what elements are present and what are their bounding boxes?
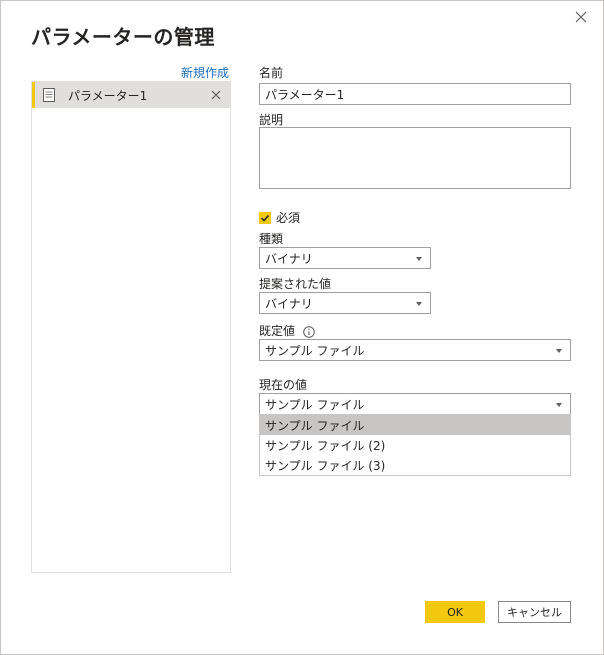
chevron-down-icon <box>416 302 422 306</box>
dropdown-option[interactable]: サンプル ファイル (2) <box>260 435 570 455</box>
dropdown-option[interactable]: サンプル ファイル <box>260 415 570 435</box>
close-button[interactable] <box>571 7 591 27</box>
description-textarea[interactable] <box>259 127 571 189</box>
default-value-select[interactable]: サンプル ファイル <box>259 339 571 361</box>
document-icon <box>43 88 55 102</box>
cancel-button[interactable]: キャンセル <box>498 601 571 623</box>
type-select[interactable]: バイナリ <box>259 247 431 269</box>
new-parameter-link[interactable]: 新規作成 <box>181 64 229 81</box>
dropdown-option[interactable]: サンプル ファイル (3) <box>260 455 570 475</box>
type-label: 種類 <box>259 232 284 246</box>
chevron-down-icon <box>556 349 562 353</box>
current-value-dropdown-list: サンプル ファイル サンプル ファイル (2) サンプル ファイル (3) <box>259 414 571 476</box>
suggested-values-label: 提案された値 <box>259 277 332 291</box>
default-value-select-value: サンプル ファイル <box>265 343 365 358</box>
current-value-select-value: サンプル ファイル <box>265 397 365 412</box>
name-input[interactable] <box>259 83 571 105</box>
close-icon <box>575 11 587 23</box>
ok-button[interactable]: OK <box>425 601 485 623</box>
default-value-label: 既定値 <box>259 322 315 339</box>
parameter-list-item[interactable]: パラメーター1 <box>32 82 230 108</box>
dialog-title: パラメーターの管理 <box>31 25 215 49</box>
parameter-list-item-label: パラメーター1 <box>68 88 148 103</box>
chevron-down-icon <box>416 257 422 261</box>
required-label: 必須 <box>276 211 301 225</box>
parameter-list: パラメーター1 <box>31 81 231 573</box>
info-icon[interactable] <box>303 325 315 338</box>
manage-parameters-dialog: パラメーターの管理 新規作成 パラメーター1 名前 説明 必須 種類 バイナリ <box>0 0 604 655</box>
checkmark-icon <box>260 214 270 222</box>
required-checkbox[interactable] <box>259 211 271 224</box>
default-value-label-text: 既定値 <box>259 324 296 338</box>
chevron-down-icon <box>556 403 562 407</box>
delete-icon[interactable] <box>210 89 222 101</box>
required-checkbox-row[interactable]: 必須 <box>259 209 300 226</box>
name-label: 名前 <box>259 66 284 80</box>
type-select-value: バイナリ <box>265 251 313 266</box>
current-value-label: 現在の値 <box>259 378 308 392</box>
suggested-values-select-value: バイナリ <box>265 296 313 311</box>
suggested-values-select[interactable]: バイナリ <box>259 292 431 314</box>
description-label: 説明 <box>259 113 284 127</box>
current-value-select[interactable]: サンプル ファイル <box>259 393 571 415</box>
